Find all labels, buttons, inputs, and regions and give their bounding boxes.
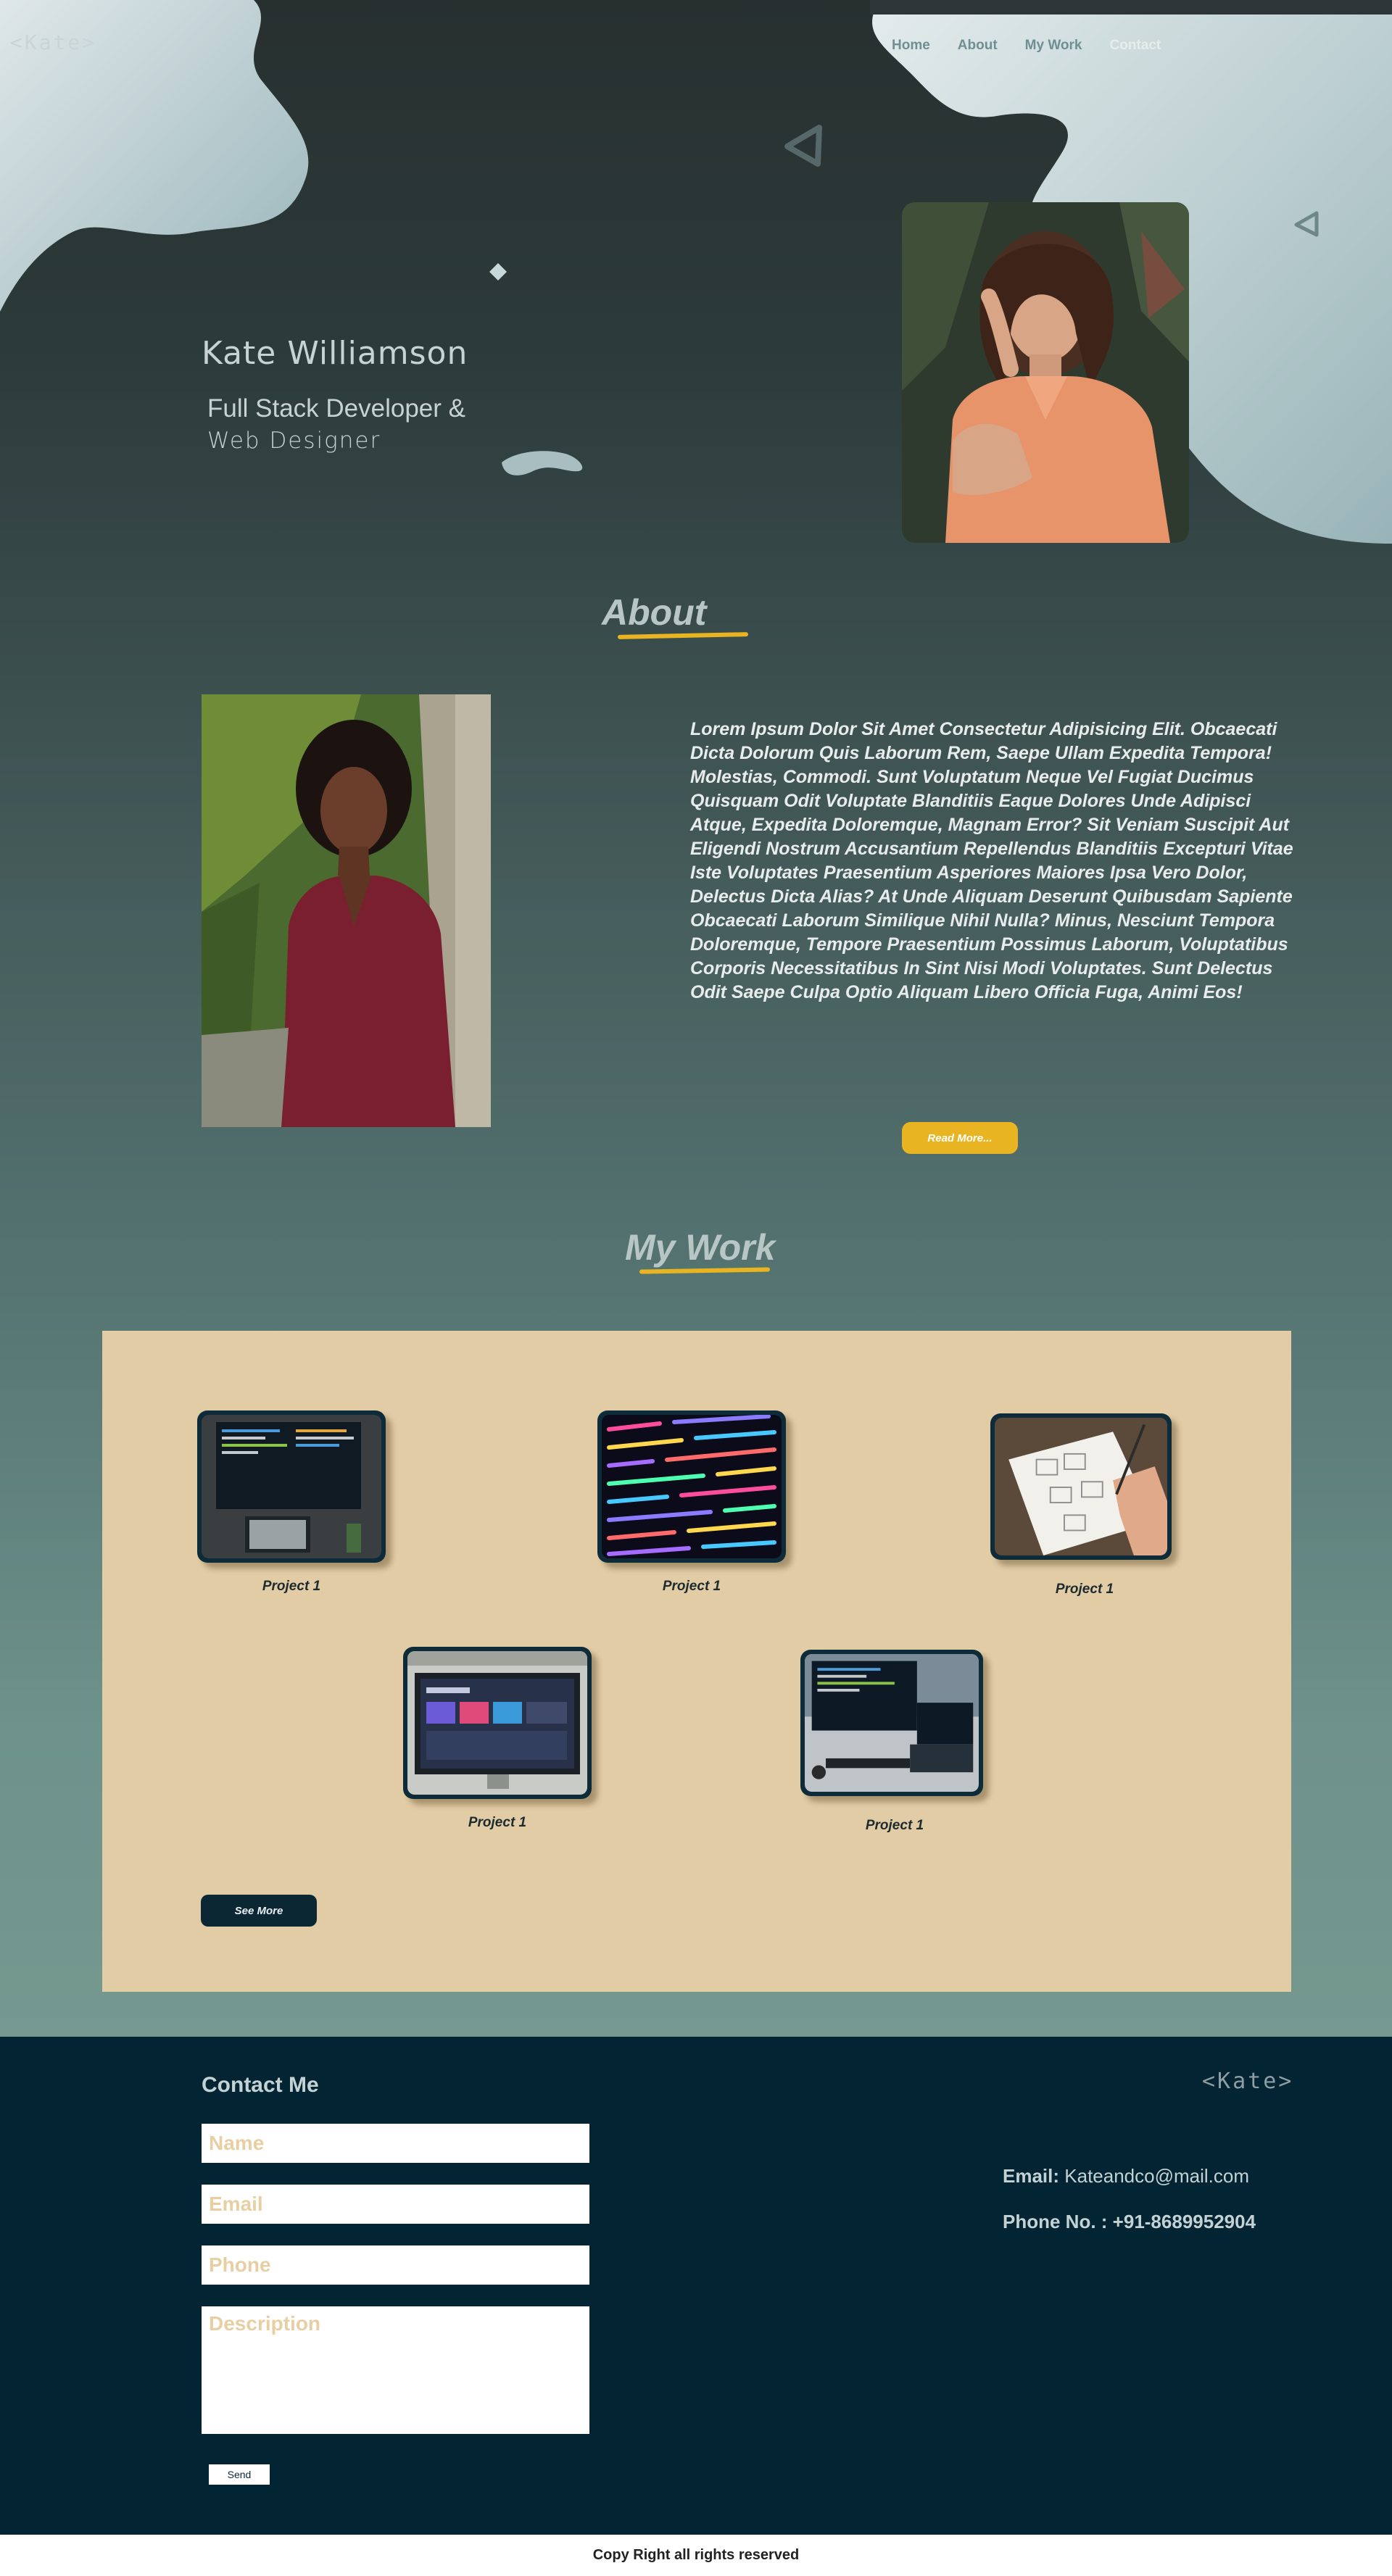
project-label: Project 1 bbox=[865, 1818, 924, 1833]
email-field[interactable] bbox=[202, 2185, 589, 2224]
phone-field[interactable] bbox=[202, 2245, 589, 2285]
about-title: About bbox=[602, 592, 707, 633]
header-logo[interactable]: <Kate> bbox=[10, 30, 96, 54]
hero-portrait-photo bbox=[902, 202, 1189, 543]
about-paragraph: Lorem Ipsum Dolor Sit Amet Consectetur A… bbox=[690, 719, 1293, 1002]
description-field[interactable] bbox=[202, 2306, 589, 2434]
page: <Kate> Home About My Work Contact Kate W… bbox=[0, 0, 1392, 2576]
see-more-button[interactable]: See More bbox=[201, 1895, 317, 1927]
project-label: Project 1 bbox=[662, 1579, 721, 1594]
send-button[interactable]: Send bbox=[209, 2464, 270, 2485]
hero-role-line2: Web Designer bbox=[207, 428, 381, 454]
contact-email-value: Kateandco@mail.com bbox=[1064, 2165, 1249, 2187]
nav-home[interactable]: Home bbox=[892, 38, 930, 54]
hero-name: Kate Williamson bbox=[202, 335, 468, 372]
name-field[interactable] bbox=[202, 2124, 589, 2163]
footer: Copy Right all rights reserved bbox=[0, 2535, 1392, 2576]
contact-email: Email: Kateandco@mail.com bbox=[1003, 2165, 1249, 2187]
nav-my-work[interactable]: My Work bbox=[1025, 38, 1082, 54]
hero-role-line1: Full Stack Developer & bbox=[207, 394, 465, 423]
contact-logo[interactable]: <Kate> bbox=[1202, 2069, 1293, 2094]
about-portrait-photo bbox=[202, 694, 491, 1127]
diamond-decoration bbox=[489, 263, 507, 281]
project-thumbnail[interactable] bbox=[197, 1410, 386, 1563]
contact-section: Contact Me <Kate> Send Email: Kateandco@… bbox=[0, 2037, 1392, 2535]
wave-decoration bbox=[502, 451, 583, 475]
top-strip-decoration bbox=[870, 0, 1392, 14]
contact-phone: Phone No. : +91-8689952904 bbox=[1003, 2211, 1256, 2233]
contact-phone-value: +91-8689952904 bbox=[1112, 2211, 1256, 2232]
project-thumbnail[interactable] bbox=[597, 1410, 786, 1563]
project-thumbnail[interactable] bbox=[800, 1650, 983, 1796]
nav-about[interactable]: About bbox=[958, 38, 998, 54]
contact-email-label: Email: bbox=[1003, 2165, 1060, 2187]
contact-phone-label: Phone No. : bbox=[1003, 2211, 1108, 2232]
project-label: Project 1 bbox=[468, 1815, 527, 1830]
project-label: Project 1 bbox=[1055, 1582, 1114, 1597]
project-thumbnail[interactable] bbox=[990, 1413, 1172, 1560]
project-thumbnail[interactable] bbox=[403, 1647, 592, 1799]
footer-text: Copy Right all rights reserved bbox=[592, 2547, 800, 2563]
project-label: Project 1 bbox=[262, 1579, 321, 1594]
read-more-button[interactable]: Read More... bbox=[902, 1122, 1018, 1154]
contact-title: Contact Me bbox=[202, 2073, 319, 2097]
nav-contact[interactable]: Contact bbox=[1110, 38, 1161, 54]
triangle-decoration bbox=[784, 125, 822, 167]
small-triangle-decoration bbox=[1294, 211, 1319, 237]
main-nav: Home About My Work Contact bbox=[892, 38, 1161, 54]
my-work-title: My Work bbox=[625, 1227, 776, 1268]
